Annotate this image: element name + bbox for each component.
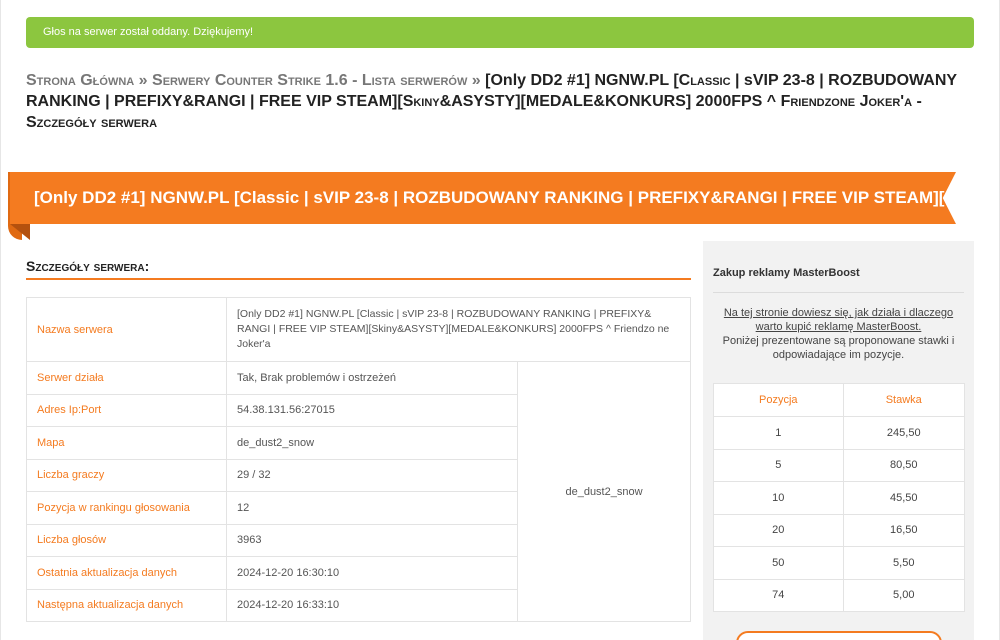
masterboost-price-table: Pozycja Stawka 1 245,50 5 80,50 10 45,50… [713,383,966,612]
vote-rank-label: Pozycja w rankingu głosowania [26,491,227,525]
table-row: 50 5,50 [713,546,966,580]
rate-cell: 80,50 [842,448,966,482]
server-name-value: [Only DD2 #1] NGNW.PL [Classic | sVIP 23… [226,297,691,362]
next-update-value: 2024-12-20 16:33:10 [226,588,518,622]
breadcrumb-home-link[interactable]: Strona Główna [26,72,134,89]
map-preview: de_dust2_snow [517,361,691,622]
masterboost-buy-button[interactable] [736,631,942,640]
server-name-banner: [Only DD2 #1] NGNW.PL [Classic | sVIP 23… [8,172,958,244]
rate-cell: 5,50 [842,546,966,580]
vote-success-alert: Głos na serwer został oddany. Dziękujemy… [26,17,974,48]
last-update-value: 2024-12-20 16:30:10 [226,556,518,590]
breadcrumb-separator: » [138,72,148,89]
masterboost-info-link[interactable]: Na tej stronie dowiesz się, jak działa i… [717,306,960,334]
table-row: Serwer działa Tak, Brak problemów i ostr… [26,361,691,622]
position-cell: 10 [713,481,844,515]
map-label: Mapa [26,426,227,460]
last-update-label: Ostatnia aktualizacja danych [26,556,227,590]
rate-cell: 16,50 [842,513,966,547]
alert-text: Głos na serwer został oddany. Dziękujemy… [43,26,254,38]
rate-column-header: Stawka [842,383,966,417]
position-column-header: Pozycja [713,383,844,417]
table-row: 10 45,50 [713,481,966,515]
rate-cell: 5,00 [842,578,966,612]
vote-rank-value: 12 [226,491,518,525]
sidebar-title: Zakup reklamy MasterBoost [713,267,860,279]
table-row: 20 16,50 [713,513,966,547]
position-cell: 74 [713,578,844,612]
map-value: de_dust2_snow [226,426,518,460]
breadcrumb-current-segment: Skiny [402,93,440,110]
server-name-label: Nazwa serwera [26,297,227,362]
table-row: Nazwa serwera [Only DD2 #1] NGNW.PL [Cla… [26,297,691,362]
votes-count-value: 3963 [226,523,518,557]
server-status-label: Serwer działa [26,361,227,395]
position-cell: 1 [713,416,844,450]
rate-cell: 245,50 [842,416,966,450]
sidebar-description: Poniżej prezentowane są proponowane staw… [722,335,955,361]
sidebar-divider [713,292,964,293]
table-row: 5 80,50 [713,448,966,482]
table-row: 1 245,50 [713,416,966,450]
masterboost-sidebar: Zakup reklamy MasterBoost Na tej stronie… [703,241,974,640]
next-update-label: Następna aktualizacja danych [26,588,227,622]
breadcrumb-server-list-link[interactable]: Serwery Counter Strike 1.6 - Lista serwe… [152,72,467,89]
server-details-heading: Szczegóły serwera: [26,258,691,280]
position-cell: 5 [713,448,844,482]
table-row: 74 5,00 [713,578,966,612]
votes-count-label: Liczba głosów [26,523,227,557]
server-details-table: Nazwa serwera [Only DD2 #1] NGNW.PL [Cla… [26,297,691,622]
position-cell: 20 [713,513,844,547]
ip-port-label: Adres Ip:Port [26,393,227,427]
breadcrumb-current-segment: &ASYSTY][MEDALE&KONKURS] 2000FPS ^ [439,93,781,110]
ip-port-value: 54.38.131.56:27015 [226,393,518,427]
table-header-row: Pozycja Stawka [713,383,966,417]
players-label: Liczba graczy [26,458,227,492]
position-cell: 50 [713,546,844,580]
rate-cell: 45,50 [842,481,966,515]
breadcrumb: Strona Główna » Serwery Counter Strike 1… [26,70,976,133]
page-edge-left [0,0,1,640]
banner-title: [Only DD2 #1] NGNW.PL [Classic | sVIP 23… [34,188,954,207]
players-value: 29 / 32 [226,458,518,492]
server-status-value: Tak, Brak problemów i ostrzeżeń [226,361,518,395]
breadcrumb-current-segment: Classic [678,72,731,89]
breadcrumb-current-segment: [Only DD2 #1] NGNW.PL [ [485,72,679,89]
breadcrumb-separator: » [471,72,481,89]
